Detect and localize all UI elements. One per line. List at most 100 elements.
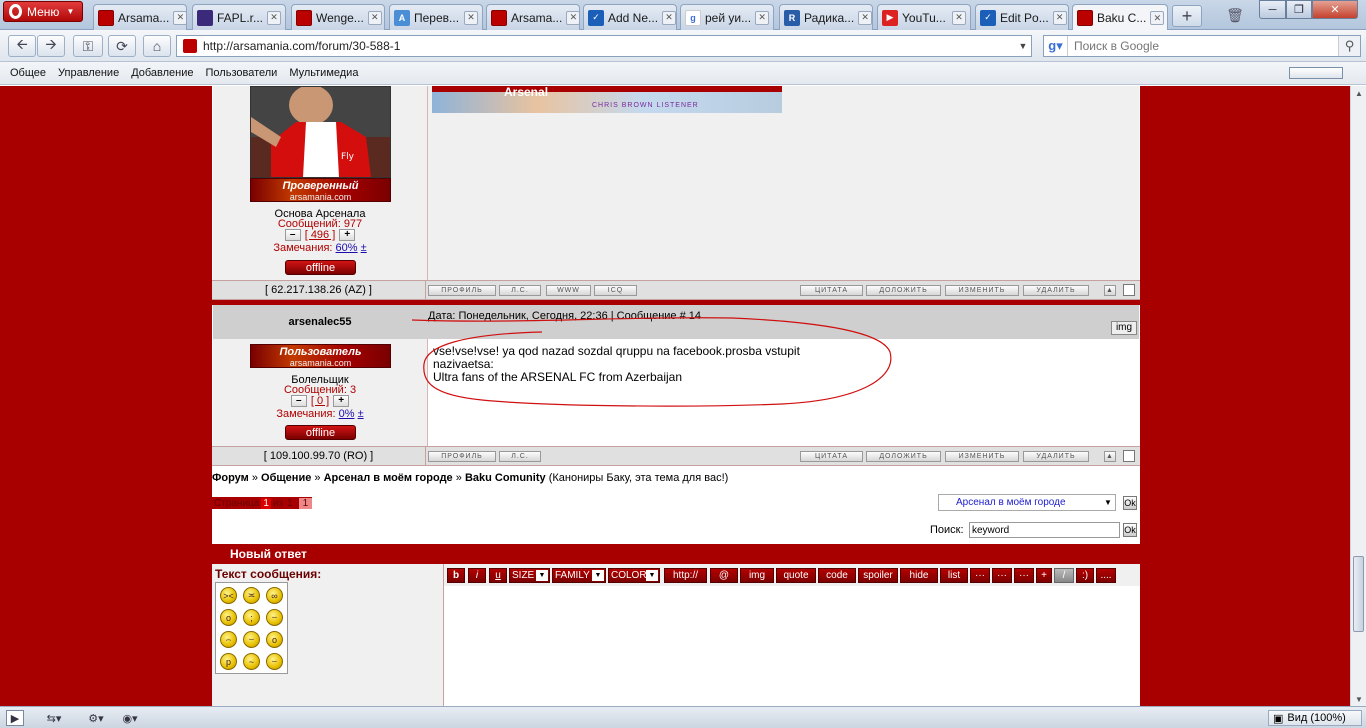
bold-button[interactable]: b xyxy=(447,568,465,583)
breadcrumb-topic[interactable]: Baku Comunity xyxy=(465,472,546,484)
bookmark-item[interactable]: Добавление xyxy=(125,67,199,79)
close-icon[interactable]: ✕ xyxy=(662,10,676,25)
browser-tab[interactable]: FAPL.r... ✕ xyxy=(192,4,286,30)
warnings-plusminus[interactable]: ± xyxy=(361,242,367,254)
chevron-down-icon[interactable]: ▼ xyxy=(1015,41,1031,51)
close-icon[interactable]: ✕ xyxy=(566,10,579,25)
quote-button[interactable]: ЦИТАТА xyxy=(800,285,863,296)
reputation-minus-button[interactable]: – xyxy=(284,229,301,241)
close-window-button[interactable]: ✕ xyxy=(1312,0,1358,19)
reputation-plus-button[interactable]: + xyxy=(339,229,356,241)
browser-tab-active[interactable]: Baku C... ✕ xyxy=(1072,4,1168,31)
trash-icon[interactable]: 🗑 xyxy=(1222,4,1248,26)
icq-button[interactable]: ICQ xyxy=(594,285,637,296)
email-button[interactable]: @ xyxy=(710,568,738,583)
edit-button[interactable]: ИЗМЕНИТЬ xyxy=(945,285,1019,296)
close-icon[interactable]: ✕ xyxy=(858,10,872,25)
close-icon[interactable]: ✕ xyxy=(1052,10,1067,25)
underline-button[interactable]: u xyxy=(489,568,507,583)
smiley-sad-icon[interactable]: ⌢ xyxy=(220,631,237,648)
breadcrumb-forum[interactable]: Форум xyxy=(212,472,249,484)
address-bar[interactable]: http://arsamania.com/forum/30-588-1 ▼ xyxy=(176,35,1032,57)
warnings-value[interactable]: 60% xyxy=(336,242,358,254)
search-ok-button[interactable]: Ok xyxy=(1123,523,1137,537)
browser-tab[interactable]: A Перев... ✕ xyxy=(389,4,483,30)
close-icon[interactable]: ✕ xyxy=(367,10,382,25)
forum-search-input[interactable] xyxy=(969,522,1120,538)
scrollbar-thumb[interactable] xyxy=(1353,556,1364,632)
bookmark-item[interactable]: Мультимедиа xyxy=(283,67,364,79)
bookmark-item[interactable]: Управление xyxy=(52,67,125,79)
url-button[interactable]: http:// xyxy=(664,568,707,583)
search-input[interactable] xyxy=(1068,39,1318,53)
sync-icon[interactable]: ⇆▾ xyxy=(36,710,72,726)
pm-button[interactable]: Л.С. xyxy=(499,285,541,296)
page-link[interactable]: 1 xyxy=(298,497,313,509)
font-family-select[interactable]: FAMILY ▼ xyxy=(552,568,606,583)
zoom-slider[interactable] xyxy=(1289,67,1343,79)
smiley-happy-icon[interactable]: ⌣ xyxy=(243,631,260,648)
toolbar-extra-button[interactable]: .... xyxy=(1096,568,1116,583)
delete-button[interactable]: УДАЛИТЬ xyxy=(1023,451,1089,462)
back-button[interactable]: 🡨 xyxy=(8,35,36,57)
browser-tab[interactable]: R Радика... ✕ xyxy=(779,4,873,30)
close-icon[interactable]: ✕ xyxy=(173,10,186,25)
reputation-value[interactable]: [ 0 ] xyxy=(311,395,329,407)
maximize-button[interactable]: ❐ xyxy=(1286,0,1312,19)
toolbar-more-button[interactable]: ··· xyxy=(970,568,990,583)
close-icon[interactable]: ✕ xyxy=(464,10,478,25)
unite-icon[interactable]: ⚙▾ xyxy=(78,710,114,726)
opera-menu-button[interactable]: Меню ▼ xyxy=(3,1,83,22)
zoom-control[interactable]: ▣ Вид (100%) xyxy=(1268,710,1362,726)
browser-tab[interactable]: Arsama... ✕ xyxy=(93,4,187,30)
turbo-icon[interactable]: ◉▾ xyxy=(112,710,148,726)
close-icon[interactable]: ✕ xyxy=(1150,11,1165,25)
report-button[interactable]: ДОЛОЖИТЬ xyxy=(866,285,941,296)
code-button[interactable]: code xyxy=(818,568,856,583)
smiley-grin-icon[interactable]: ≍ xyxy=(243,587,260,604)
toolbar-more-button[interactable]: ··· xyxy=(1014,568,1034,583)
hide-button[interactable]: hide xyxy=(900,568,938,583)
delete-button[interactable]: УДАЛИТЬ xyxy=(1023,285,1089,296)
minimize-button[interactable]: ─ xyxy=(1259,0,1286,19)
img-toggle-button[interactable]: img xyxy=(1111,321,1137,335)
smiley-confused-icon[interactable]: ~ xyxy=(243,653,260,670)
breadcrumb-subsection[interactable]: Арсенал в моём городе xyxy=(324,472,453,484)
smiley-smirk-icon[interactable]: ⌣ xyxy=(266,653,283,670)
img-button[interactable]: img xyxy=(740,568,774,583)
close-tags-button[interactable]: / xyxy=(1054,568,1074,583)
panel-toggle-icon[interactable]: ▶ xyxy=(6,710,24,726)
edit-button[interactable]: ИЗМЕНИТЬ xyxy=(945,451,1019,462)
smiley-button[interactable]: :) xyxy=(1076,568,1094,583)
close-icon[interactable]: ✕ xyxy=(755,10,770,25)
forward-button[interactable]: 🡪 xyxy=(37,35,65,57)
smiley-cool-icon[interactable]: ∞ xyxy=(266,587,283,604)
message-textarea[interactable] xyxy=(444,586,1140,706)
color-select[interactable]: COLOR ▼ xyxy=(608,568,660,583)
quote-tag-button[interactable]: quote xyxy=(776,568,816,583)
browser-tab[interactable]: ✓ Add Ne... ✕ xyxy=(583,4,677,30)
browser-tab[interactable]: ▶ YouTu... ✕ xyxy=(877,4,971,30)
quote-button[interactable]: ЦИТАТА xyxy=(800,451,863,462)
reputation-value[interactable]: [ 496 ] xyxy=(305,229,336,241)
browser-tab[interactable]: Arsama... ✕ xyxy=(486,4,580,30)
warnings-plusminus[interactable]: ± xyxy=(358,408,364,420)
reputation-plus-button[interactable]: + xyxy=(333,395,350,407)
add-button[interactable]: + xyxy=(1036,568,1052,583)
scroll-top-icon[interactable]: ▲ xyxy=(1104,285,1116,296)
browser-tab[interactable]: g рей уи... ✕ xyxy=(680,4,774,30)
smiley-tongue-icon[interactable]: p xyxy=(220,653,237,670)
search-icon[interactable]: ⚲ xyxy=(1338,36,1360,56)
new-tab-button[interactable]: + xyxy=(1172,5,1202,27)
select-post-checkbox[interactable] xyxy=(1123,450,1135,462)
browser-tab[interactable]: Wenge... ✕ xyxy=(291,4,385,30)
profile-button[interactable]: ПРОФИЛЬ xyxy=(428,451,496,462)
reputation-minus-button[interactable]: – xyxy=(290,395,307,407)
www-button[interactable]: WWW xyxy=(546,285,591,296)
spoiler-button[interactable]: spoiler xyxy=(858,568,898,583)
google-search-engine-icon[interactable]: g▾ xyxy=(1044,36,1068,56)
post-username[interactable]: arsenalec55 xyxy=(213,305,427,339)
jump-ok-button[interactable]: Ok xyxy=(1123,496,1137,510)
select-post-checkbox[interactable] xyxy=(1123,284,1135,296)
forum-jump-select[interactable]: Арсенал в моём городе ▼ xyxy=(938,494,1116,511)
